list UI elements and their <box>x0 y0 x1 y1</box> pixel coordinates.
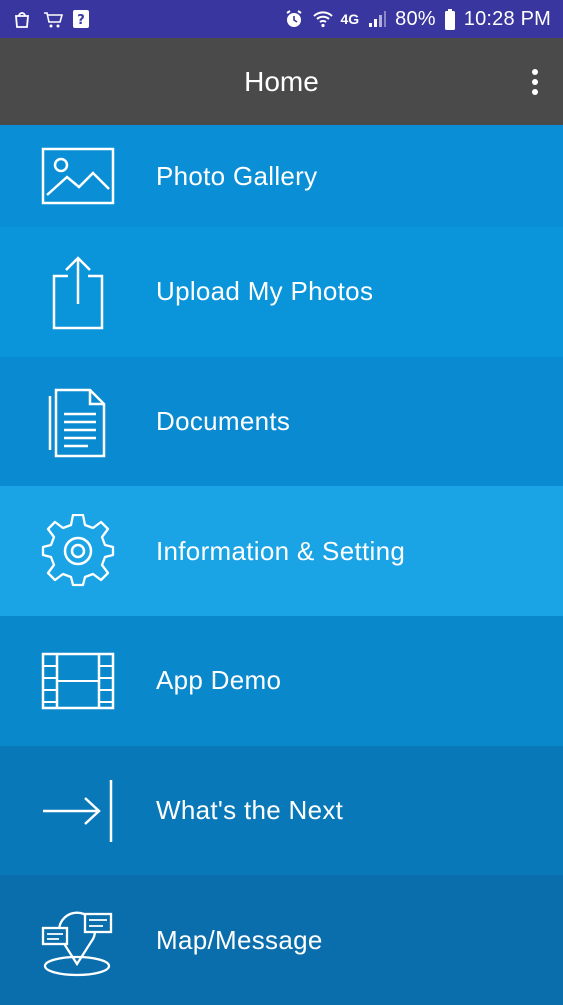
amazon-cart-icon <box>42 9 64 29</box>
app-bar: Home <box>0 38 563 125</box>
signal-icon <box>367 9 387 29</box>
battery-percent: 80% <box>395 7 436 30</box>
menu-item-documents[interactable]: Documents <box>0 356 563 487</box>
menu-item-app-demo[interactable]: App Demo <box>0 616 563 746</box>
gear-icon <box>39 512 117 590</box>
upload-icon <box>39 253 117 331</box>
help-icon: ? <box>72 9 92 29</box>
home-menu-list: Photo Gallery Upload My Photos Documents <box>0 125 563 1005</box>
status-left: ? <box>12 9 92 29</box>
image-icon <box>39 137 117 215</box>
film-icon <box>39 642 117 720</box>
menu-item-label: Documents <box>156 406 291 437</box>
menu-item-map-message[interactable]: Map/Message <box>0 875 563 1005</box>
more-vert-icon <box>531 68 539 96</box>
menu-item-label: Upload My Photos <box>156 276 374 307</box>
menu-item-label: Map/Message <box>156 924 323 955</box>
arrow-right-icon <box>39 772 117 850</box>
menu-item-whats-next[interactable]: What's the Next <box>0 745 563 876</box>
menu-item-label: App Demo <box>156 665 282 696</box>
status-right: 4G 80% 10:28 PM <box>284 8 551 31</box>
network-type-label: 4G <box>340 11 360 27</box>
menu-item-information-setting[interactable]: Information & Setting <box>0 486 563 617</box>
menu-item-photo-gallery[interactable]: Photo Gallery <box>0 125 563 227</box>
alarm-icon <box>284 9 304 29</box>
shopping-bag-icon <box>12 9 32 29</box>
map-message-icon <box>39 901 117 979</box>
page-title: Home <box>244 65 319 97</box>
battery-icon <box>444 9 456 30</box>
menu-item-label: What's the Next <box>156 795 344 826</box>
wifi-icon <box>312 9 334 29</box>
menu-item-label: Photo Gallery <box>156 160 318 191</box>
svg-text:?: ? <box>77 13 85 28</box>
overflow-menu-button[interactable] <box>523 64 547 100</box>
status-bar: ? 4G 80% 10:28 PM <box>0 0 563 38</box>
documents-icon <box>39 383 117 461</box>
clock-time: 10:28 PM <box>463 7 551 30</box>
menu-item-upload-photos[interactable]: Upload My Photos <box>0 227 563 357</box>
menu-item-label: Information & Setting <box>156 535 406 566</box>
